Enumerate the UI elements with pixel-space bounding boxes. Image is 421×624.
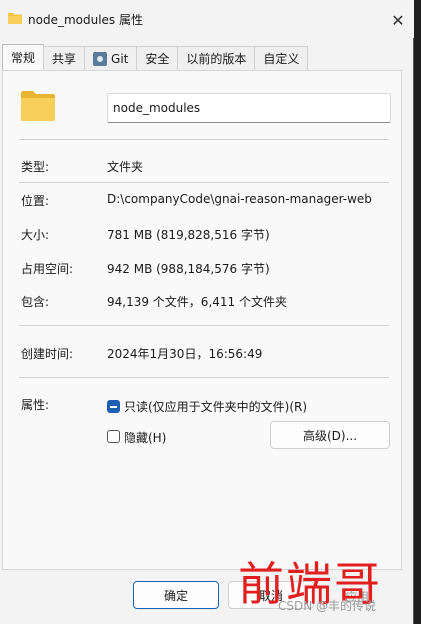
size-on-disk-label: 占用空间: (21, 262, 74, 276)
location-value: D:\companyCode\gnai-reason-manager-web (107, 192, 372, 206)
hidden-checkbox[interactable] (107, 430, 120, 443)
readonly-label[interactable]: 只读(仅应用于文件夹中的文件)(R) (124, 398, 307, 415)
close-icon: ✕ (391, 10, 405, 30)
window-title: node_modules 属性 (28, 13, 143, 27)
contains-label: 包含: (21, 295, 50, 309)
tab-security[interactable]: 安全 (136, 46, 179, 70)
readonly-checkbox[interactable] (107, 400, 120, 413)
type-label: 类型: (21, 160, 50, 174)
csdn-watermark: CSDN @丰的传说 (278, 599, 377, 613)
folder-name-input[interactable] (107, 93, 391, 123)
tab-customize[interactable]: 自定义 (254, 46, 309, 70)
git-icon (93, 51, 108, 66)
divider (19, 182, 389, 183)
tab-sharing[interactable]: 共享 (43, 46, 86, 70)
ok-button[interactable]: 确定 (133, 581, 219, 609)
divider (19, 325, 389, 326)
tab-git[interactable]: Git (84, 46, 138, 70)
size-value: 781 MB (819,828,516 字节) (107, 228, 270, 242)
close-button[interactable]: ✕ (388, 10, 408, 30)
hidden-label[interactable]: 隐藏(H) (124, 429, 166, 446)
contains-value: 94,139 个文件，6,411 个文件夹 (107, 295, 287, 309)
tab-general[interactable]: 常规 (2, 44, 45, 70)
type-value: 文件夹 (107, 160, 144, 174)
tab-previous-versions[interactable]: 以前的版本 (177, 46, 256, 70)
properties-dialog: node_modules 属性 ✕ 常规 共享 Git 安全 以前的版本 自定义… (0, 0, 414, 624)
location-label: 位置: (21, 194, 50, 208)
advanced-button[interactable]: 高级(D)... (270, 421, 390, 449)
large-folder-icon (21, 91, 55, 121)
folder-icon (8, 13, 22, 24)
attributes-label: 属性: (21, 398, 50, 412)
general-tab-panel: 类型: 文件夹 位置: D:\companyCode\gnai-reason-m… (2, 70, 402, 570)
tab-strip: 常规 共享 Git 安全 以前的版本 自定义 (2, 44, 309, 70)
divider (19, 139, 389, 140)
created-value: 2024年1月30日，16:56:49 (107, 347, 263, 361)
size-label: 大小: (21, 228, 50, 242)
created-label: 创建时间: (21, 347, 74, 361)
size-on-disk-value: 942 MB (988,184,576 字节) (107, 262, 270, 276)
title-bar: node_modules 属性 ✕ (0, 0, 414, 38)
divider (19, 377, 389, 378)
